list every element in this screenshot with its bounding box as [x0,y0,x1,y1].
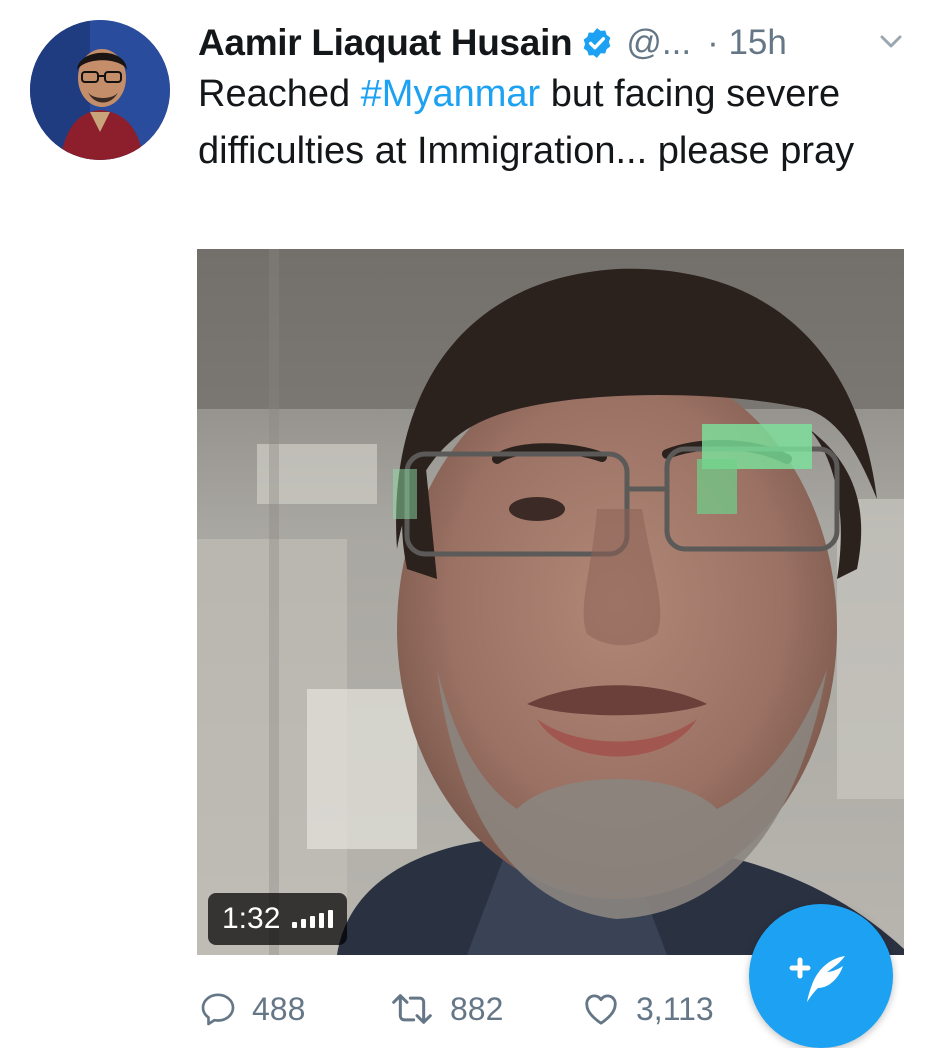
heart-icon [585,994,617,1025]
chevron-down-icon[interactable] [876,26,906,56]
author-avatar[interactable] [30,20,170,160]
avatar-photo [30,20,170,160]
reply-button[interactable]: 488 [198,985,305,1033]
compose-tweet-icon [789,956,845,1002]
video-duration-badge: 1:32 [208,893,348,945]
video-player[interactable] [197,249,904,955]
hashtag-link[interactable]: #Myanmar [361,73,541,115]
reply-count: 488 [252,990,306,1027]
volume-bars-icon [292,910,334,928]
like-button[interactable]: 3,113 [580,985,714,1033]
retweet-count: 882 [450,990,504,1027]
video-thumbnail [197,249,904,955]
retweet-icon [392,994,432,1024]
time-separator: · [707,23,719,62]
retweet-button[interactable]: 882 [388,985,503,1033]
author-name[interactable]: Aamir Liaquat Husain [198,22,573,64]
time-value: 15h [728,23,787,62]
tweet-text: Reached #Myanmar but facing severe diffi… [198,66,918,180]
tweet-text-start: Reached [198,73,361,115]
compose-tweet-button[interactable] [749,904,893,1048]
author-handle[interactable]: @... [626,23,691,63]
like-count: 3,113 [636,990,714,1027]
verified-badge-icon [584,28,611,58]
tweet-header: Aamir Liaquat Husain @... · 15h [198,18,787,68]
video-duration: 1:32 [222,902,281,935]
reply-icon [201,993,235,1026]
tweet-timestamp[interactable]: · 15h [707,23,787,63]
